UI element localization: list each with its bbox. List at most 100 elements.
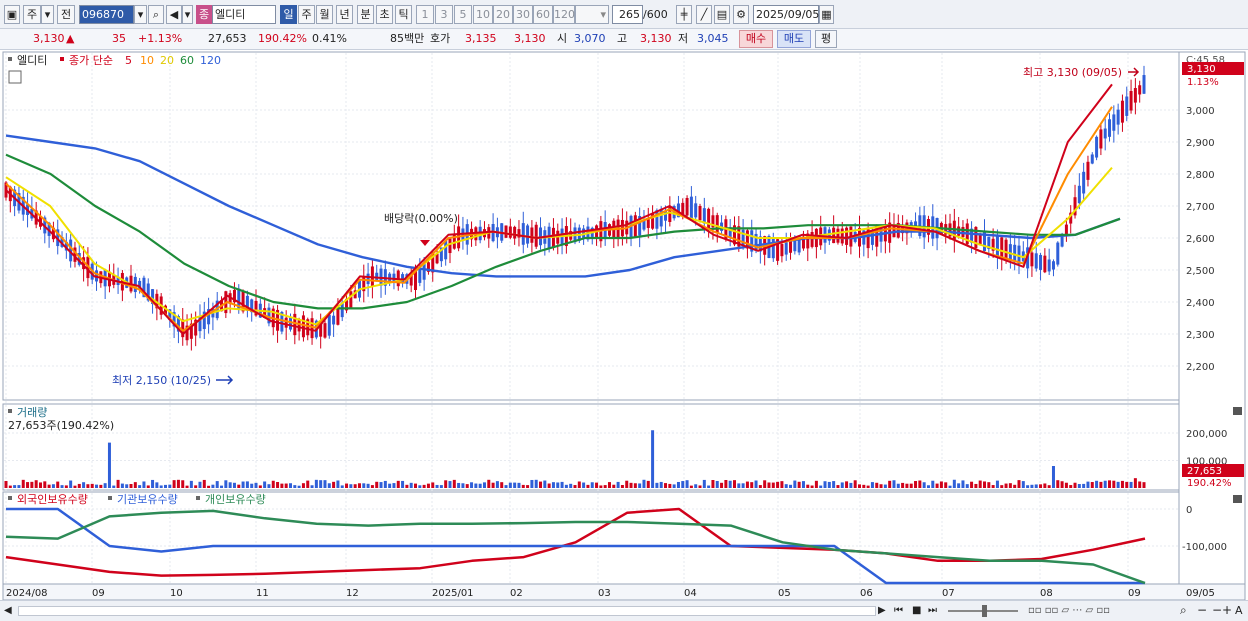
chevron-down-icon[interactable]: ▾ <box>41 5 54 24</box>
zoom-out-icon[interactable]: − <box>1197 603 1207 618</box>
scroll-right-icon[interactable]: ▶ <box>878 604 886 618</box>
candle-body <box>1039 254 1043 270</box>
zoom-slider-handle[interactable] <box>982 605 987 617</box>
volume-bar <box>1008 483 1012 488</box>
volume-panel-close-icon[interactable] <box>1233 407 1242 415</box>
volume-bar <box>806 484 810 488</box>
volume-bar <box>905 483 909 488</box>
window-menu-icon[interactable]: ▣ <box>4 5 20 24</box>
high-label: 고 <box>617 32 628 45</box>
search-icon[interactable]: ⌕ <box>148 5 164 24</box>
volume-bar <box>939 481 943 488</box>
volume-pct-tag: 190.42% <box>1187 478 1232 489</box>
volume-bar <box>280 483 284 488</box>
zoom-search-icon[interactable]: ⌕ <box>1180 603 1187 618</box>
volume-bar <box>301 483 305 488</box>
volume-bar <box>487 479 491 488</box>
tab-period-minute[interactable]: 분 <box>357 5 374 24</box>
volume-bar <box>151 479 155 488</box>
interval-5[interactable]: 5 <box>454 5 472 24</box>
volume-bar <box>448 481 452 488</box>
volume-bar <box>586 484 590 488</box>
tab-period-tick[interactable]: 틱 <box>395 5 412 24</box>
interval-10[interactable]: 10 <box>473 5 493 24</box>
calendar-icon[interactable]: ▦ <box>819 5 834 24</box>
volume-bar <box>327 483 331 488</box>
price-value: 3,130 <box>33 32 65 45</box>
speaker-dropdown-icon[interactable]: ▾ <box>182 5 193 24</box>
interval-60[interactable]: 60 <box>533 5 553 24</box>
candle-body <box>793 239 797 252</box>
count-input[interactable]: 265 <box>612 5 643 24</box>
candle-body <box>789 241 793 253</box>
x-axis-right-label: 09/05 <box>1186 588 1215 599</box>
rewind-icon[interactable]: ⏮ <box>894 604 903 618</box>
scroll-left-icon[interactable]: ◀ <box>4 604 16 618</box>
candle-body <box>1034 253 1038 269</box>
quote-bar: 3,130 ▲ 35 +1.13% 27,653 190.42% 0.41% 8… <box>0 29 1248 50</box>
table-toggle-icon[interactable] <box>8 70 22 84</box>
volume-bar <box>99 484 103 488</box>
buy-button[interactable]: 매수 <box>739 30 773 48</box>
layout-icons[interactable]: ▫▫ ▫▫ ▱ ⋯ ▱ ▫▫ <box>1028 604 1110 618</box>
tab-period-month[interactable]: 월 <box>316 5 333 24</box>
interval-3[interactable]: 3 <box>435 5 453 24</box>
prev-button[interactable]: 전 <box>57 5 75 24</box>
candle-body <box>444 240 448 260</box>
candle-body <box>526 225 530 244</box>
volume-bar <box>754 480 758 488</box>
volume-bar <box>694 484 698 488</box>
volume-bar <box>836 485 840 488</box>
chart-type-icon[interactable]: ╪ <box>676 5 692 24</box>
candle-body <box>284 317 288 328</box>
zoom-in-icon[interactable]: + <box>1222 603 1232 618</box>
holding-panel-close-icon[interactable] <box>1233 495 1242 503</box>
save-icon[interactable]: ▤ <box>714 5 730 24</box>
volume-bar <box>711 480 715 488</box>
stop-icon[interactable]: ■ <box>912 604 921 618</box>
zoom-fit-icon[interactable]: − <box>1212 603 1222 618</box>
chart-area[interactable]: 3,000 2,900 2,800 2,700 2,600 2,500 2,400 2,300… <box>0 50 1248 621</box>
volume-bar <box>543 480 547 488</box>
date-input[interactable]: 2025/09/05 <box>753 5 819 24</box>
scrollbar-track[interactable] <box>18 606 876 616</box>
auto-scale-button[interactable]: A <box>1235 603 1243 618</box>
custom-interval-dropdown[interactable]: ▾ <box>575 5 609 24</box>
ma-legend-label: 종가 단순 <box>69 54 113 67</box>
volume-bar <box>1030 484 1034 488</box>
volume-bar <box>60 485 64 488</box>
sell-button[interactable]: 매도 <box>777 30 811 48</box>
volume-bar <box>987 482 991 488</box>
eval-button[interactable]: 평 <box>815 30 837 48</box>
candle-body <box>810 232 814 247</box>
interval-20[interactable]: 20 <box>493 5 513 24</box>
volume-bar <box>426 483 430 488</box>
forward-icon[interactable]: ⏭ <box>928 604 937 618</box>
draw-icon[interactable]: ╱ <box>696 5 712 24</box>
stock-code-input[interactable]: 096870 <box>79 5 134 24</box>
x-axis-frame <box>2 583 1246 601</box>
tab-period-day[interactable]: 일 <box>280 5 297 24</box>
period-main-button[interactable]: 주 <box>23 5 41 24</box>
code-dropdown-icon[interactable]: ▾ <box>134 5 147 24</box>
tab-period-week[interactable]: 주 <box>298 5 315 24</box>
speaker-icon[interactable]: ◀ <box>166 5 182 24</box>
candle-body <box>952 220 956 241</box>
volume-bar <box>780 481 784 488</box>
price-tag: 3,130 <box>1187 64 1216 75</box>
gear-icon[interactable]: ⚙ <box>733 5 749 24</box>
tab-period-year[interactable]: 년 <box>336 5 353 24</box>
volume-bar <box>332 481 336 488</box>
volume-bar <box>163 484 167 488</box>
volume-bar <box>30 481 34 488</box>
tab-period-second[interactable]: 초 <box>376 5 393 24</box>
candle-body <box>995 235 999 258</box>
volume-bar <box>741 483 745 488</box>
volume-bar <box>789 484 793 488</box>
volume-bar <box>909 483 913 488</box>
interval-120[interactable]: 120 <box>553 5 575 24</box>
stock-name-field[interactable]: 엘디티 <box>212 5 276 24</box>
volume-bar <box>896 483 900 488</box>
interval-30[interactable]: 30 <box>513 5 533 24</box>
interval-1[interactable]: 1 <box>416 5 434 24</box>
